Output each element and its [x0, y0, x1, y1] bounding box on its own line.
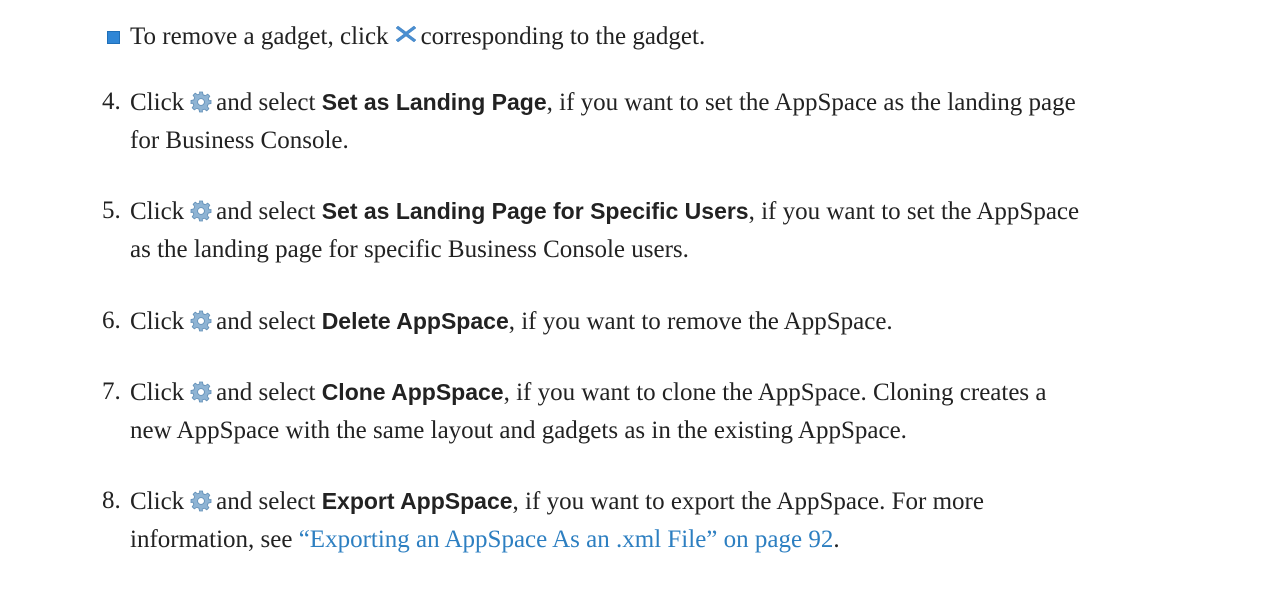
step-text: Click and select Export AppSpace, if you … [130, 482, 1250, 559]
step-line2: as the landing page for specific Busines… [130, 236, 689, 263]
step-text: Click and select Set as Landing Page, if … [130, 83, 1250, 160]
step-rest: , if you want to clone the AppSpace. Clo… [503, 379, 1047, 406]
step-click-label: Click [130, 379, 185, 406]
step-rest: , if you want to export the AppSpace. Fo… [512, 488, 984, 515]
step-rest: , if you want to remove the AppSpace. [508, 308, 893, 335]
step-bold-label: Delete AppSpace [321, 308, 509, 334]
step-line2: new AppSpace with the same layout and ga… [130, 417, 907, 444]
step-text: Click and select Clone AppSpace, if you w… [130, 373, 1250, 450]
step-number: 8. [102, 487, 121, 514]
step-and-select: and select [216, 379, 316, 406]
step-number: 7. [102, 378, 121, 405]
gear-icon [190, 306, 212, 332]
step-and-select: and select [216, 308, 316, 335]
bullet-text-before: To remove a gadget, click [130, 23, 389, 50]
step-number: 6. [102, 307, 121, 334]
cross-reference-link[interactable]: “Exporting an AppSpace As an .xml File” … [299, 526, 834, 553]
step-click-label: Click [130, 198, 185, 225]
step-click-label: Click [130, 308, 185, 335]
close-icon [395, 18, 417, 43]
gear-icon [190, 87, 212, 113]
step-number: 5. [102, 197, 121, 224]
step-bold-label: Set as Landing Page [321, 89, 547, 115]
step-text: Click and select Set as Landing Page for … [130, 192, 1250, 269]
step-line2: information, see [130, 526, 299, 553]
step-number: 4. [102, 88, 121, 115]
step-click-label: Click [130, 488, 185, 515]
step-click-label: Click [130, 89, 185, 116]
step-text: Click and select Delete AppSpace, if you … [130, 302, 1250, 341]
step-line2: for Business Console. [130, 127, 349, 154]
step-line2-end: . [833, 526, 840, 553]
gear-icon [190, 486, 212, 512]
step-and-select: and select [216, 89, 316, 116]
gear-icon [190, 377, 212, 403]
step-bold-label: Set as Landing Page for Specific Users [321, 198, 749, 224]
step-bold-label: Export AppSpace [321, 488, 513, 514]
bullet-marker [107, 31, 120, 44]
step-rest: , if you want to set the AppSpace [748, 198, 1080, 225]
bullet-text: To remove a gadget, click corresponding t… [130, 18, 1250, 56]
step-bold-label: Clone AppSpace [321, 379, 504, 405]
step-and-select: and select [216, 488, 316, 515]
bullet-text-after: corresponding to the gadget. [420, 23, 706, 50]
step-rest: , if you want to set the AppSpace as the… [546, 89, 1076, 116]
gear-icon [190, 196, 212, 222]
document-page: To remove a gadget, click corresponding t… [0, 0, 1264, 594]
step-and-select: and select [216, 198, 316, 225]
